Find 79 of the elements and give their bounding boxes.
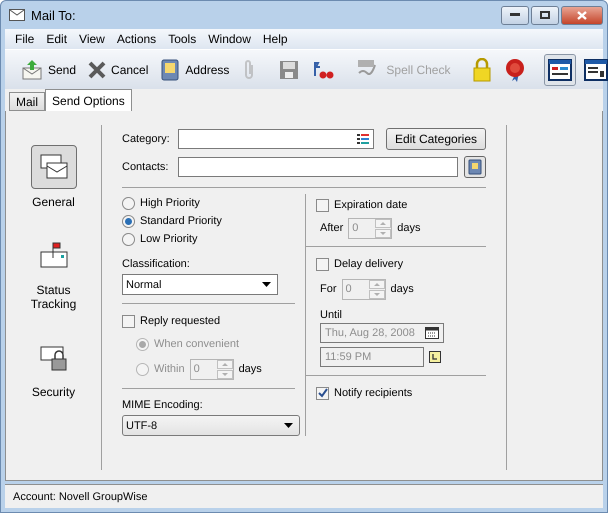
- field-label: For: [320, 283, 336, 295]
- minimize-button[interactable]: [501, 6, 529, 24]
- nav-item[interactable]: General: [14, 145, 94, 209]
- spin-arrows-icon[interactable]: [375, 218, 392, 238]
- send-icon: [21, 58, 43, 80]
- address-book-button[interactable]: [464, 156, 486, 178]
- nav-label: General: [31, 195, 76, 209]
- checkbox-label: Notify recipients: [334, 387, 412, 399]
- envelope-flag-icon: [38, 240, 68, 270]
- maximize-icon: [540, 11, 550, 19]
- list-icon: [356, 134, 369, 144]
- save-icon: [279, 60, 300, 80]
- seal-icon: [504, 58, 526, 82]
- window-title: Mail To:: [31, 8, 76, 22]
- layout-icon: [548, 58, 572, 80]
- check-icon: [318, 388, 328, 398]
- contacts-field[interactable]: [178, 157, 458, 177]
- toolbar-button[interactable]: Cancel: [84, 54, 152, 86]
- maximize-button[interactable]: [531, 6, 559, 24]
- unit-label: days: [238, 363, 262, 375]
- field-label: Until: [319, 309, 344, 321]
- toolbar-button[interactable]: Send: [17, 54, 80, 86]
- radio-label: Low Priority: [140, 233, 198, 245]
- status-dots-icon: [311, 60, 336, 80]
- radio-label: When convenient: [154, 338, 239, 350]
- spin-arrows-icon[interactable]: [216, 360, 233, 378]
- status-text: Account: Novell GroupWise: [13, 490, 148, 502]
- menu-item[interactable]: Help: [256, 32, 294, 46]
- nav-item[interactable]: Security: [14, 335, 94, 399]
- menu-item[interactable]: Window: [202, 32, 257, 46]
- calendar-icon: [425, 327, 439, 339]
- spin-arrows-icon[interactable]: [368, 280, 384, 298]
- menu-item[interactable]: File: [9, 32, 40, 46]
- field-label: After: [320, 222, 344, 234]
- close-button[interactable]: [561, 6, 603, 24]
- radio-button[interactable]: [122, 232, 135, 246]
- minimize-icon: [510, 13, 520, 17]
- nav-label: Security: [30, 385, 76, 399]
- category-field[interactable]: [178, 129, 374, 149]
- clock-icon: [429, 351, 441, 363]
- envelope-icon: [9, 9, 25, 21]
- padlock-icon: [472, 58, 492, 82]
- checkbox-label: Reply requested: [140, 315, 220, 327]
- nav-label: Status Tracking: [30, 283, 78, 311]
- checkbox[interactable]: [316, 386, 329, 400]
- cancel-icon: [88, 60, 106, 78]
- radio-label: Standard Priority: [140, 215, 222, 227]
- toolbar-button[interactable]: Address: [156, 54, 234, 86]
- tab[interactable]: Mail: [9, 92, 46, 111]
- address-book-icon: [160, 58, 180, 80]
- menu-item[interactable]: Edit: [40, 32, 74, 46]
- checkbox-label: Expiration date: [334, 199, 408, 211]
- checkbox[interactable]: [316, 258, 329, 270]
- tab[interactable]: Send Options: [45, 89, 132, 111]
- menu-item[interactable]: View: [73, 32, 111, 46]
- caret-icon: [284, 423, 293, 428]
- checkbox-label: Delay delivery: [334, 258, 404, 270]
- close-icon: [577, 10, 587, 20]
- radio-label: High Priority: [140, 197, 200, 209]
- caret-icon: [262, 282, 271, 287]
- classification-dropdown[interactable]: Normal: [122, 274, 278, 295]
- menu-item[interactable]: Tools: [162, 32, 202, 46]
- address-book-icon: [468, 159, 482, 175]
- field-label: Classification:: [122, 258, 191, 270]
- toolbar-button[interactable]: [544, 54, 576, 86]
- menu-item[interactable]: Actions: [110, 32, 162, 46]
- field-label: MIME Encoding:: [122, 399, 204, 411]
- checkbox[interactable]: [122, 314, 135, 328]
- mime-dropdown[interactable]: UTF-8: [122, 415, 300, 436]
- unit-label: days: [397, 222, 420, 234]
- edit-categories-button[interactable]: Edit Categories: [386, 128, 486, 150]
- radio-button[interactable]: [122, 196, 135, 210]
- unit-label: days: [390, 283, 414, 295]
- field-label: Category:: [122, 133, 171, 145]
- nav-item[interactable]: Status Tracking: [14, 233, 94, 311]
- checkbox[interactable]: [316, 198, 329, 212]
- field-label: Contacts:: [122, 161, 170, 173]
- radio-button[interactable]: [122, 214, 135, 228]
- radio-label: Within: [154, 363, 185, 375]
